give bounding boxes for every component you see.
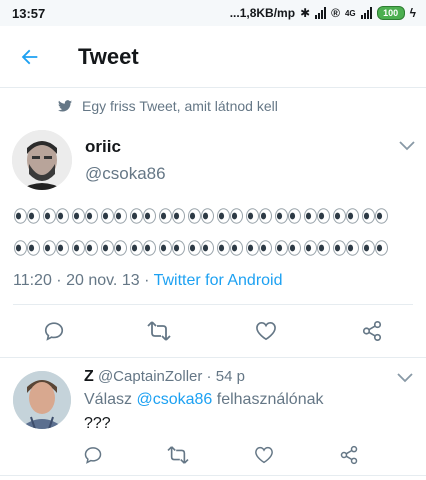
tweet-time: 11:20 [13,272,52,289]
reply-mention[interactable]: @csoka86 [136,391,212,408]
author-handle[interactable]: @csoka86 [85,164,166,184]
eyes-emoji [274,240,302,256]
status-indicators: ...1,8KB/mp ✱ ® 4G 100 ϟ [230,6,416,20]
reply-text: ??? [84,415,111,432]
eyes-emoji [245,208,273,224]
reply-age: 54 p [215,368,245,385]
chevron-down-icon[interactable] [399,140,415,152]
status-time: 13:57 [12,5,46,21]
chevron-down-icon[interactable] [397,372,413,384]
eyes-emoji [361,208,389,224]
share-icon [340,445,358,465]
eyes-emoji [361,240,389,256]
replying-to: Válasz @csoka86 felhasználónak [84,391,324,408]
tweet-text-line-2 [13,240,389,256]
arrow-left-icon [21,49,38,64]
like-button[interactable] [248,313,284,349]
reply-author-name[interactable]: Z [84,368,94,385]
author-name[interactable]: oriic [85,137,121,157]
signal-icon [315,7,327,19]
eyes-emoji [129,240,157,256]
divider [0,357,426,358]
share-button[interactable] [331,437,367,473]
eyes-emoji [158,240,186,256]
reply-icon [44,322,64,341]
like-button[interactable] [246,437,282,473]
heart-icon [255,446,273,464]
eyes-emoji [332,208,360,224]
share-button[interactable] [354,313,390,349]
page-title: Tweet [78,43,139,69]
eyes-emoji [13,208,41,224]
divider [13,304,413,305]
eyes-emoji [187,240,215,256]
reply-author-photo [13,371,71,429]
bluetooth-icon: ✱ [300,6,311,20]
signal-icon-2 [360,7,372,19]
reply-icon [84,447,102,464]
heart-icon [256,321,276,341]
twitter-bird-icon [58,100,72,112]
eyes-emoji [332,240,360,256]
eyes-emoji [303,208,331,224]
reply-button[interactable] [75,437,111,473]
eyes-emoji [13,240,41,256]
app-bar: Tweet [0,26,426,88]
retweet-icon [147,321,171,341]
eyes-emoji [245,240,273,256]
context-text: Egy friss Tweet, amit látnod kell [82,98,278,114]
rotation-icon: ® [331,6,340,20]
eyes-emoji [42,208,70,224]
eyes-emoji [71,208,99,224]
eyes-emoji [216,240,244,256]
back-button[interactable] [0,26,60,88]
network-type: 4G [344,8,356,18]
tweet-context: Egy friss Tweet, amit látnod kell [58,98,278,114]
retweet-button[interactable] [141,313,177,349]
status-bar: 13:57 ...1,8KB/mp ✱ ® 4G 100 ϟ [0,0,426,26]
network-speed: ...1,8KB/mp [229,6,296,20]
tweet-text-line-1 [13,208,389,224]
eyes-emoji [42,240,70,256]
avatar[interactable] [13,371,71,429]
eyes-emoji [129,208,157,224]
avatar[interactable] [12,130,72,190]
battery-icon: 100 [376,6,405,20]
divider [0,475,426,476]
reply-author-handle[interactable]: @CaptainZoller [98,368,202,385]
eyes-emoji [158,208,186,224]
tweet-source[interactable]: Twitter for Android [154,272,283,289]
eyes-emoji [216,208,244,224]
reply-header: Z @CaptainZoller · 54 p [84,368,245,385]
reply-button[interactable] [36,313,72,349]
tweet-meta: 11:20 · 20 nov. 13 · Twitter for Android [13,272,283,289]
eyes-emoji [303,240,331,256]
eyes-emoji [71,240,99,256]
author-photo [12,130,72,190]
tweet-date: 20 nov. 13 [66,272,140,289]
eyes-emoji [100,208,128,224]
charging-icon: ϟ [409,6,416,20]
retweet-button[interactable] [160,437,196,473]
eyes-emoji [100,240,128,256]
retweet-icon [167,446,189,464]
share-icon [362,321,382,341]
eyes-emoji [187,208,215,224]
eyes-emoji [274,208,302,224]
